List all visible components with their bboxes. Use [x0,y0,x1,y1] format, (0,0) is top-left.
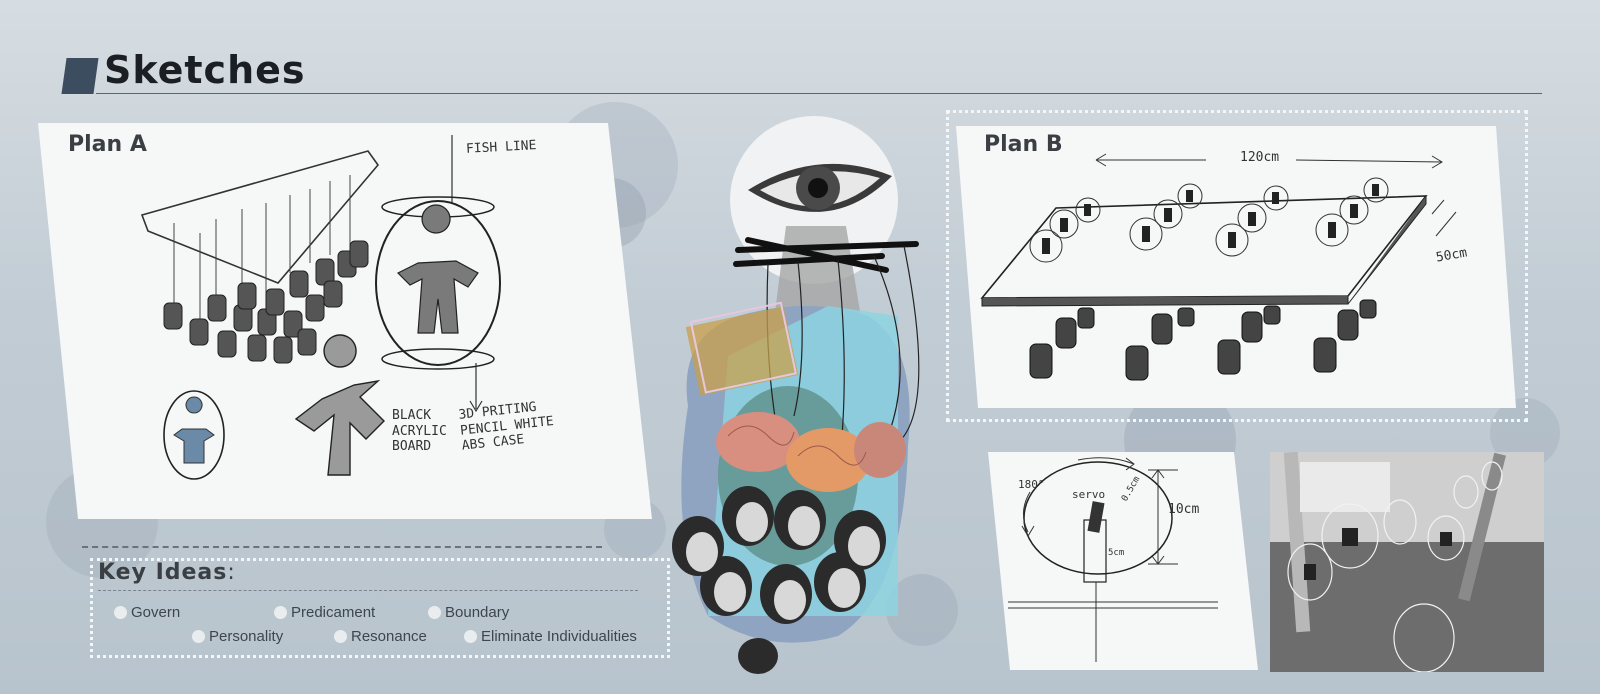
keyword-item: Govern [114,604,180,621]
collage-illustration [672,116,920,674]
plan-a-sketch-panel [38,123,652,519]
servo-annotation: servo [1072,488,1106,501]
height-annotation: 10cm [1168,502,1200,517]
installation-photo-image [1270,452,1544,672]
keyword-label: Personality [209,628,284,645]
servo-sketch-panel: 180° servo 0.5cm 10cm 5cm [988,452,1258,670]
angle-annotation: 180° [1018,478,1045,491]
keyword-label: Boundary [445,604,510,621]
key-ideas-title-text: Key Ideas [98,560,228,585]
installation-photo [1270,452,1544,672]
plan-a-sketch-drawing [140,135,501,480]
bullet-icon [428,606,441,619]
bullet-icon [192,630,205,643]
keyword-item: Eliminate Individualities [464,628,637,645]
keyword-item: Resonance [334,628,427,645]
bullet-icon [334,630,347,643]
page-title: Sketches [104,48,306,92]
keyword-label: Predicament [291,604,376,621]
plan-b-sketch-panel [956,126,1516,408]
section-divider [82,546,602,548]
keyword-item: Predicament [274,604,375,621]
concept-collage [668,116,948,686]
plan-a-label: Plan A [68,132,147,157]
key-ideas-colon: : [227,560,236,585]
plan-b-sketch-drawing [980,153,1457,381]
keyword-label: Resonance [351,628,427,645]
keyword-item: Boundary [428,604,509,621]
plan-b-label: Plan B [984,132,1063,157]
bullet-icon [464,630,477,643]
key-ideas-underline [98,590,638,591]
title-accent-bar [61,58,99,94]
acrylic-annotation: BLACK ACRYLIC BOARD [392,408,447,455]
keyword-label: Eliminate Individualities [481,628,637,645]
width-annotation: 120cm [1240,150,1280,165]
title-divider [96,93,1542,94]
key-ideas-title: Key Ideas: [98,560,236,585]
bullet-icon [274,606,287,619]
keyword-item: Personality [192,628,283,645]
keyword-label: Govern [131,604,181,621]
bullet-icon [114,606,127,619]
inner-height-annotation: 5cm [1108,548,1125,558]
